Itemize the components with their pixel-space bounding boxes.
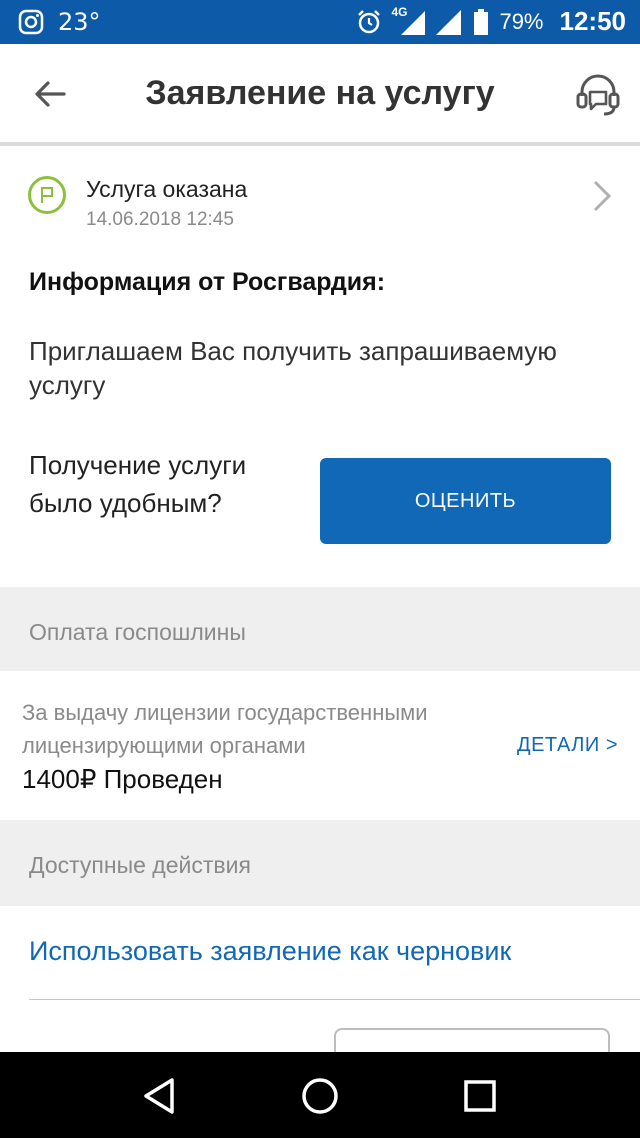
status-bar: 23° 4G 79% 12:50 [0, 0, 640, 44]
clock: 12:50 [559, 6, 627, 36]
page-title: Заявление на услугу [145, 74, 495, 112]
alarm-icon [358, 9, 381, 33]
payment-amount-status: 1400₽ Проведен [22, 764, 223, 794]
use-as-draft-link[interactable]: Использовать заявление как черновик [29, 936, 511, 967]
rate-button[interactable]: ОЦЕНИТЬ [320, 458, 611, 544]
info-heading: Информация от Росгвардия: [29, 268, 386, 296]
divider [29, 999, 640, 1000]
nav-recents-icon[interactable] [458, 1074, 502, 1118]
info-text: Приглашаем Вас получить запрашиваемую ус… [29, 336, 557, 400]
signal-icon [436, 9, 462, 35]
temperature-text: 23° [58, 8, 101, 36]
details-link[interactable]: ДЕТАЛИ > [517, 734, 618, 757]
signal-4g: 4G [391, 4, 427, 37]
network-label: 4G [391, 4, 408, 19]
app-bar: Заявление на услугу [0, 44, 640, 146]
payment-section-header: Оплата госпошлины [0, 587, 640, 671]
chevron-right-icon [593, 180, 612, 212]
nav-back-icon[interactable] [138, 1074, 182, 1118]
flag-icon [41, 187, 53, 203]
payment-section-title: Оплата госпошлины [29, 619, 246, 645]
service-status-row[interactable]: Услуга оказана 14.06.2018 12:45 [0, 168, 640, 238]
status-title: Услуга оказана [86, 176, 248, 202]
rating-question: Получение услуги было удобным? [29, 450, 247, 518]
instagram-icon [18, 9, 44, 35]
system-nav-bar [0, 1052, 640, 1138]
payment-description: За выдачу лицензии государственными лице… [22, 700, 428, 758]
battery-icon [474, 8, 489, 35]
battery-percent: 79% [499, 8, 544, 34]
actions-section-title: Доступные действия [29, 852, 251, 878]
nav-home-icon[interactable] [298, 1074, 342, 1118]
status-indicator [28, 176, 66, 214]
actions-section-header: Доступные действия [0, 820, 640, 906]
status-date: 14.06.2018 12:45 [86, 209, 234, 230]
support-headset-icon[interactable] [574, 70, 622, 118]
